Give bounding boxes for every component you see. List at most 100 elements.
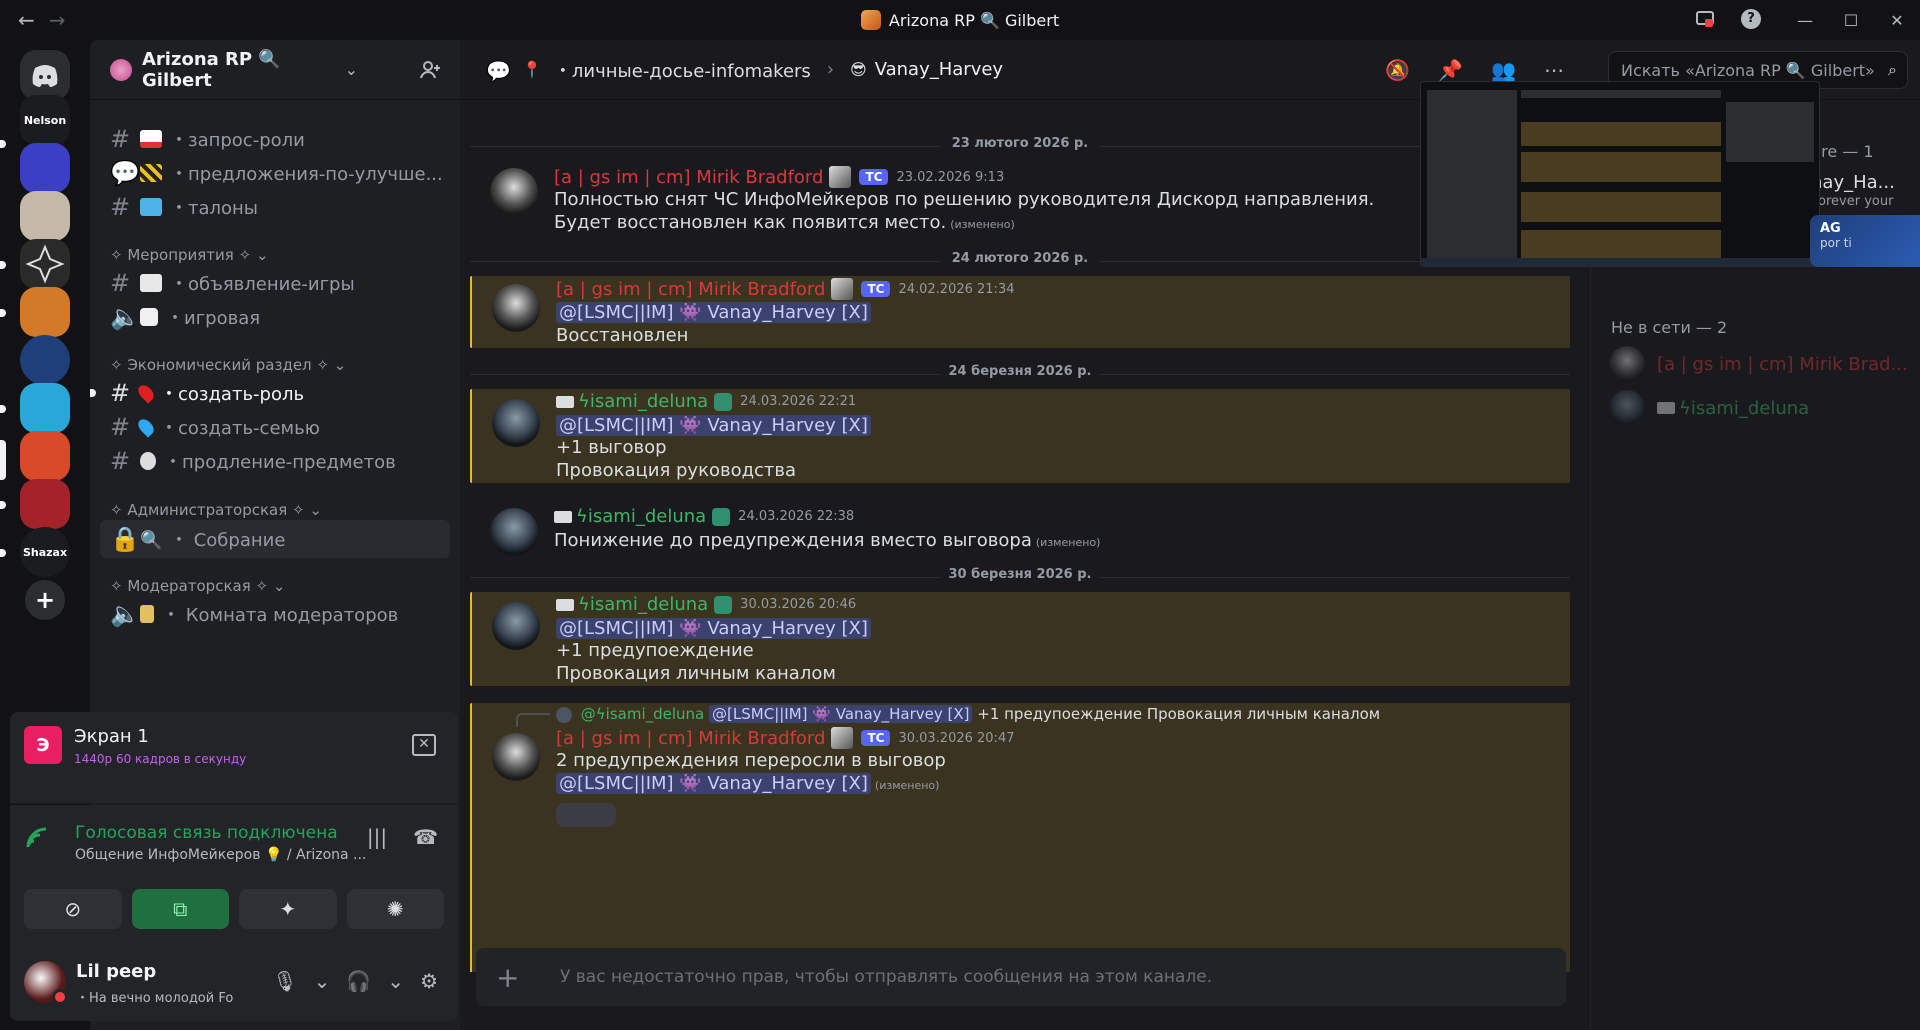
server-icon[interactable] <box>20 143 70 193</box>
disconnect-icon[interactable]: ☎ <box>413 825 438 849</box>
camera-off-icon: ⊘ <box>64 897 82 921</box>
voice-channel[interactable]: Общение ИнфоМейкеров 💡 / Arizona ... <box>75 847 366 863</box>
message[interactable]: ϟisami_deluna 24.03.2026 22:38 Понижение… <box>470 498 1570 558</box>
soundboard-button[interactable]: ✺ <box>346 889 444 929</box>
screen-share-button[interactable]: ⧉ <box>131 889 229 929</box>
clan-tag[interactable]: TC <box>861 281 891 297</box>
screen-icon: Э <box>24 726 62 764</box>
avatar[interactable] <box>490 168 538 216</box>
timestamp: 30.03.2026 20:47 <box>898 730 1015 746</box>
category-administratorskaya[interactable]: ✧ Администраторская ✧ ⌄ <box>110 501 322 519</box>
channel-sobranie[interactable]: 🔒 🔍 ・ Собрание <box>100 520 450 558</box>
forward-arrow-icon[interactable]: → <box>49 8 66 32</box>
avatar[interactable] <box>492 602 540 650</box>
author-name[interactable]: [a | gs im | cm] Mirik Bradford <box>556 728 825 749</box>
home-button[interactable] <box>20 50 70 100</box>
stop-stream-icon[interactable]: ✕ <box>412 734 436 756</box>
channel-name[interactable]: ・личные-досье-infomakers <box>554 57 811 83</box>
headphones-icon[interactable]: 🎧 <box>346 969 371 993</box>
server-icon[interactable] <box>20 191 70 241</box>
server-icon[interactable] <box>20 431 70 481</box>
stream-preview[interactable] <box>1420 81 1820 267</box>
more-icon[interactable]: ⋯ <box>1544 58 1564 82</box>
username[interactable]: Lil peep <box>76 961 156 982</box>
message-reply[interactable]: @ϟisami_deluna @[LSMC||IM] 👾 Vanay_Harve… <box>470 703 1570 972</box>
channel-komnata-moderatorov[interactable]: 🔈 ・ Комната модераторов <box>100 595 450 633</box>
user-mention[interactable]: @[LSMC||IM] 👾 Vanay_Harvey [X] <box>556 773 871 794</box>
history-nav: ← → <box>18 8 66 32</box>
clan-tag[interactable]: TC <box>859 169 889 185</box>
dice-icon <box>140 308 158 326</box>
plus-icon[interactable]: + <box>496 961 536 994</box>
pin-icon[interactable]: 📌 <box>1438 58 1463 82</box>
signal-icon[interactable] <box>24 825 50 851</box>
coin-icon <box>140 452 156 470</box>
author-name[interactable]: ϟisami_deluna <box>576 506 706 527</box>
server-icon-shazax[interactable]: Shazax <box>20 527 70 577</box>
reply-preview[interactable]: @ϟisami_deluna @[LSMC||IM] 👾 Vanay_Harve… <box>556 705 1380 723</box>
channel-obyavlenie-igry[interactable]: # ・объявление-игры <box>100 264 450 302</box>
maximize-icon[interactable]: ☐ <box>1828 11 1874 30</box>
channel-sozdat-rol[interactable]: # ・создать-роль <box>90 374 450 412</box>
member-item[interactable]: [a | gs im | cm] Mirik Brad... <box>1609 342 1909 386</box>
channel-igrovaya[interactable]: 🔈 ・игровая <box>100 298 450 336</box>
member-name[interactable]: nay_Ha... <box>1811 172 1895 193</box>
inbox-icon[interactable] <box>1694 8 1716 30</box>
close-icon[interactable]: ✕ <box>1874 11 1920 30</box>
microphone-icon[interactable]: 🎙 <box>272 969 297 993</box>
chevron-down-icon[interactable]: ⌄ <box>314 969 331 993</box>
server-icon[interactable] <box>20 239 70 289</box>
member-item[interactable]: ϟisami_deluna <box>1609 386 1909 430</box>
avatar[interactable] <box>24 961 68 1005</box>
channel-zapros-roli[interactable]: # ・запрос-роли <box>100 120 450 158</box>
channel-predlozheniya[interactable]: 💬 ・предложения-по-улучше... <box>100 154 450 192</box>
newspaper-icon <box>140 274 162 292</box>
user-mention[interactable]: @[LSMC||IM] 👾 Vanay_Harvey [X] <box>556 302 871 323</box>
server-icon[interactable] <box>20 335 70 385</box>
message-mention[interactable]: ϟisami_deluna 30.03.2026 20:46 @[LSMC||I… <box>470 592 1570 686</box>
server-icon-nelson[interactable]: Nelson <box>20 95 70 145</box>
user-mention[interactable]: @[LSMC||IM] 👾 Vanay_Harvey [X] <box>556 618 871 639</box>
user-mention[interactable]: @[LSMC||IM] 👾 Vanay_Harvey [X] <box>556 415 871 436</box>
avatar[interactable] <box>492 733 540 781</box>
chevron-down-icon[interactable]: ⌄ <box>387 969 404 993</box>
voice-status[interactable]: Голосовая связь подключена <box>75 823 338 843</box>
author-name[interactable]: ϟisami_deluna <box>578 391 708 412</box>
avatar[interactable] <box>490 508 538 556</box>
guild-header[interactable]: Arizona RP 🔍 Gilbert ⌄ <box>90 40 460 100</box>
minimize-icon[interactable]: — <box>1782 11 1828 30</box>
server-icon[interactable] <box>20 287 70 337</box>
gear-icon[interactable]: ⚙ <box>420 969 438 993</box>
message-mention[interactable]: ϟisami_deluna 24.03.2026 22:21 @[LSMC||I… <box>470 389 1570 483</box>
soundboard-icon[interactable]: ||| <box>367 825 387 849</box>
channel-sozdat-semyu[interactable]: # ・создать-семью <box>100 408 450 446</box>
avatar[interactable] <box>492 399 540 447</box>
server-pill <box>0 405 6 413</box>
clan-tag[interactable]: TC <box>861 730 891 746</box>
server-icon[interactable] <box>20 383 70 433</box>
invite-people-icon[interactable] <box>418 58 442 82</box>
hashtag-icon: # <box>110 193 131 221</box>
back-arrow-icon[interactable]: ← <box>18 8 35 32</box>
camera-off-button[interactable]: ⊘ <box>24 889 122 929</box>
category-moderatorskaya[interactable]: ✧ Модераторская ✧ ⌄ <box>110 577 285 595</box>
category-ekonomicheskiy[interactable]: ✧ Экономический раздел ✧ ⌄ <box>110 356 346 374</box>
reaction-heart[interactable] <box>556 803 616 827</box>
activities-button[interactable]: ✦ <box>239 889 337 929</box>
avatar[interactable] <box>492 284 540 332</box>
help-icon[interactable]: ? <box>1740 8 1762 30</box>
author-name[interactable]: ϟisami_deluna <box>578 594 708 615</box>
chevron-down-icon[interactable]: ⌄ <box>345 60 358 79</box>
add-server-button[interactable]: + <box>25 580 65 620</box>
members-icon[interactable]: 👥 <box>1491 58 1516 82</box>
channel-prodlenie-predmetov[interactable]: # ・продление-предметов <box>100 442 450 480</box>
profile-badge[interactable]: AG por ti <box>1810 215 1920 267</box>
message[interactable]: [a | gs im | cm] Mirik Bradford TC 23.02… <box>470 156 1570 233</box>
server-icon[interactable] <box>20 479 70 529</box>
author-name[interactable]: [a | gs im | cm] Mirik Bradford <box>554 167 823 188</box>
channel-talony[interactable]: # ・талоны <box>100 188 450 226</box>
author-name[interactable]: [a | gs im | cm] Mirik Bradford <box>556 279 825 300</box>
category-meropriyatiya[interactable]: ✧ Мероприятия ✧ ⌄ <box>110 246 269 264</box>
notifications-off-icon[interactable]: 🔕 <box>1385 58 1410 82</box>
message-mention[interactable]: [a | gs im | cm] Mirik Bradford TC 24.02… <box>470 276 1570 348</box>
